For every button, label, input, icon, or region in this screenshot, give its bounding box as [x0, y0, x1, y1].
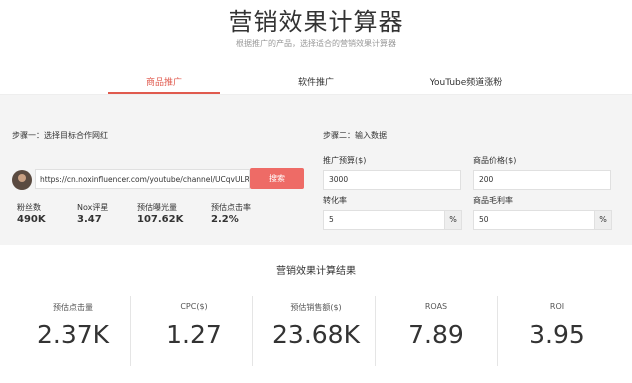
conversion-input[interactable]: 5 — [323, 210, 445, 230]
step2-title: 步骤二：输入数据 — [323, 131, 387, 140]
conversion-percent-suffix: % — [444, 210, 462, 230]
results-title: 营销效果计算结果 — [276, 266, 356, 277]
metric-label-cpc: CPC($) — [180, 302, 208, 311]
tab-youtube-subscribers[interactable]: YouTube频道涨粉 — [410, 75, 522, 88]
calculator-tabs: 商品推广 软件推广 YouTube频道涨粉 — [0, 68, 632, 95]
metric-value-roas: 7.89 — [408, 320, 464, 349]
budget-input[interactable]: 3000 — [323, 170, 461, 190]
metric-value-est-clicks: 2.37K — [36, 320, 110, 349]
page-subtitle: 根据推广的产品，选择适合的营销效果计算器 — [236, 39, 396, 48]
influencer-avatar — [12, 170, 32, 190]
stat-value-est-ctr: 2.2% — [211, 214, 239, 225]
stat-label-nox-rating: Nox评星 — [77, 203, 109, 212]
channel-url-input[interactable]: https://cn.noxinfluencer.com/youtube/cha… — [35, 169, 250, 189]
metric-label-est-sales: 预估销售额($) — [290, 303, 342, 312]
metric-label-roas: ROAS — [424, 302, 448, 311]
stat-label-est-ctr: 预估点击率 — [211, 203, 251, 212]
metric-value-est-sales: 23.68K — [272, 320, 360, 349]
price-label: 商品价格($) — [473, 156, 517, 165]
search-button[interactable]: 搜索 — [250, 168, 304, 189]
tab-product-promotion[interactable]: 商品推广 — [108, 75, 220, 88]
metric-label-roi: ROI — [549, 302, 565, 311]
stat-value-est-impressions: 107.62K — [137, 214, 184, 225]
price-input[interactable]: 200 — [473, 170, 611, 190]
stat-label-followers: 粉丝数 — [17, 203, 41, 212]
margin-label: 商品毛利率 — [473, 196, 513, 205]
page-title: 营销效果计算器 — [228, 8, 404, 36]
stat-value-nox-rating: 3.47 — [77, 214, 102, 225]
stat-label-est-impressions: 预估曝光量 — [137, 203, 177, 212]
budget-label: 推广预算($) — [323, 156, 367, 165]
metric-value-cpc: 1.27 — [166, 320, 222, 349]
conversion-label: 转化率 — [323, 196, 347, 205]
step1-title: 步骤一：选择目标合作网红 — [12, 131, 108, 140]
stat-value-followers: 490K — [17, 214, 46, 225]
margin-percent-suffix: % — [594, 210, 612, 230]
margin-input[interactable]: 50 — [473, 210, 595, 230]
tab-software-promotion[interactable]: 软件推广 — [260, 75, 372, 88]
metric-value-roi: 3.95 — [529, 320, 585, 349]
metric-label-est-clicks: 预估点击量 — [53, 303, 93, 312]
active-tab-indicator — [108, 92, 220, 94]
